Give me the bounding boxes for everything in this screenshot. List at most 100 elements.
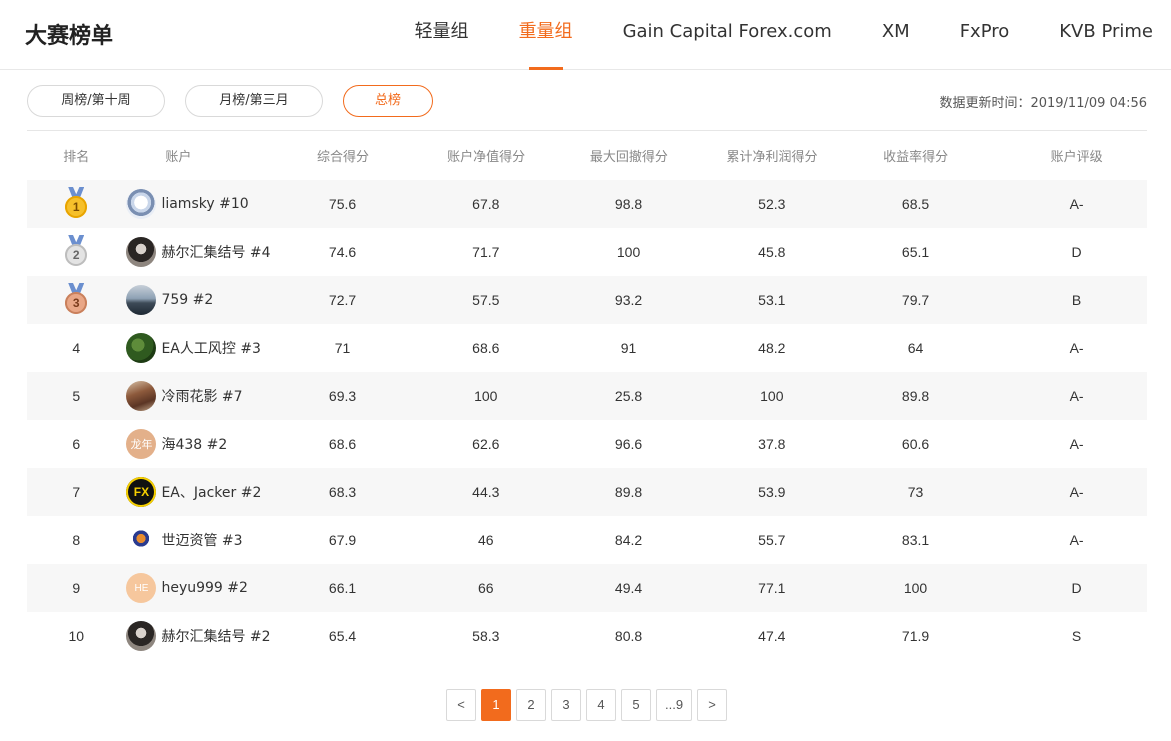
score-cell: 75.6 xyxy=(328,196,357,212)
score-cell: 68.3 xyxy=(328,484,357,500)
rank-cell: 3 xyxy=(27,282,125,318)
account-name[interactable]: 海438 #2 xyxy=(161,434,227,454)
rank-cell: 9 xyxy=(72,580,81,596)
tab-fxpro[interactable]: FxPro xyxy=(960,0,1010,70)
page-button-2[interactable]: 2 xyxy=(516,689,546,721)
score-cell: 68.6 xyxy=(328,436,357,452)
col-nav-header: 账户净值得分 xyxy=(447,149,526,165)
profit-score-cell: 53.9 xyxy=(758,484,786,500)
score-cell: 72.7 xyxy=(328,292,357,308)
account-cell[interactable]: 龙年 海438 #2 xyxy=(125,429,287,459)
rank-cell: 1 xyxy=(27,186,125,222)
rank-cell: 2 xyxy=(27,234,125,270)
profit-score-cell: 47.4 xyxy=(758,628,786,644)
account-name[interactable]: liamsky #10 xyxy=(161,196,248,212)
pagination: < 1 2 3 4 5 ...9 > xyxy=(446,689,732,721)
account-name[interactable]: EA人工风控 #3 xyxy=(161,338,261,358)
account-cell[interactable]: EA人工风控 #3 xyxy=(125,333,287,363)
page-button-1[interactable]: 1 xyxy=(481,689,511,721)
col-account-header: 账户 xyxy=(165,149,192,165)
grade-cell: A- xyxy=(1069,436,1084,452)
return-score-cell: 89.8 xyxy=(901,388,930,404)
return-score-cell: 73 xyxy=(907,484,924,500)
avatar[interactable] xyxy=(126,189,157,219)
next-page-button[interactable]: > xyxy=(697,689,728,721)
account-cell[interactable]: 赫尔汇集结号 #4 xyxy=(125,237,287,267)
return-score-cell: 83.1 xyxy=(901,532,930,548)
grade-cell: S xyxy=(1071,628,1082,644)
avatar[interactable] xyxy=(126,525,157,555)
avatar[interactable] xyxy=(126,333,157,363)
col-score-header: 综合得分 xyxy=(316,149,369,165)
page-button-4[interactable]: 4 xyxy=(586,689,616,721)
table-row: 5 冷雨花影 #7 69.3 100 25.8 100 89.8 A- xyxy=(27,372,1147,420)
tab-kvb-prime[interactable]: KVB Prime xyxy=(1059,0,1153,70)
prev-page-button[interactable]: < xyxy=(446,689,476,721)
profit-score-cell: 53.1 xyxy=(758,292,786,308)
score-cell: 69.3 xyxy=(328,388,357,404)
account-name[interactable]: 759 #2 xyxy=(161,292,213,308)
table-row: 6 龙年 海438 #2 68.6 62.6 96.6 37.8 60.6 A- xyxy=(27,420,1147,468)
account-cell[interactable]: 世迈资管 #3 xyxy=(125,525,287,555)
nav-score-cell: 68.6 xyxy=(472,340,500,356)
rank-cell: 7 xyxy=(72,484,81,500)
table-row: 1 liamsky #10 75.6 67.8 98.8 52.3 68.5 A… xyxy=(27,180,1147,228)
tab-xm[interactable]: XM xyxy=(882,0,910,70)
avatar[interactable]: HE xyxy=(126,573,157,603)
page-button-5[interactable]: 5 xyxy=(621,689,651,721)
account-name[interactable]: 赫尔汇集结号 #4 xyxy=(161,242,270,262)
account-cell[interactable]: liamsky #10 xyxy=(125,189,287,219)
overall-ranking-button[interactable]: 总榜 xyxy=(343,85,433,117)
col-return-header: 收益率得分 xyxy=(883,149,949,165)
avatar[interactable] xyxy=(126,285,157,315)
avatar[interactable]: 龙年 xyxy=(126,429,157,459)
table-row: 3 759 #2 72.7 57.5 93.2 53.1 79.7 B xyxy=(27,276,1147,324)
nav-score-cell: 71.7 xyxy=(472,244,500,260)
score-cell: 71 xyxy=(334,340,351,356)
table-row: 9 HE heyu999 #2 66.1 66 49.4 77.1 100 D xyxy=(27,564,1147,612)
account-cell[interactable]: HE heyu999 #2 xyxy=(125,573,287,603)
rank-cell: 5 xyxy=(72,388,81,404)
account-cell[interactable]: FX EA、Jacker #2 xyxy=(125,477,287,507)
tab-gain-capital[interactable]: Gain Capital Forex.com xyxy=(623,0,832,70)
return-score-cell: 60.6 xyxy=(901,436,930,452)
monthly-ranking-button[interactable]: 月榜/第三月 xyxy=(185,85,323,117)
tab-heavy-group[interactable]: 重量组 xyxy=(519,0,573,70)
table-row: 8 世迈资管 #3 67.9 46 84.2 55.7 83.1 A- xyxy=(27,516,1147,564)
rank-cell: 6 xyxy=(72,436,81,452)
profit-score-cell: 77.1 xyxy=(758,580,786,596)
table-row: 10 赫尔汇集结号 #2 65.4 58.3 80.8 47.4 71.9 S xyxy=(27,612,1147,660)
ranking-table-body: 1 liamsky #10 75.6 67.8 98.8 52.3 68.5 A… xyxy=(27,180,1147,660)
account-cell[interactable]: 赫尔汇集结号 #2 xyxy=(125,621,287,651)
page-button-3[interactable]: 3 xyxy=(551,689,581,721)
score-cell: 66.1 xyxy=(328,580,357,596)
avatar[interactable]: FX xyxy=(126,477,157,507)
avatar[interactable] xyxy=(126,237,157,267)
drawdown-score-cell: 89.8 xyxy=(614,484,643,500)
grade-cell: A- xyxy=(1069,532,1084,548)
avatar[interactable] xyxy=(126,381,157,411)
rank-cell: 8 xyxy=(72,532,81,548)
rank-cell: 4 xyxy=(72,340,81,356)
account-name[interactable]: 世迈资管 #3 xyxy=(161,530,242,550)
score-cell: 65.4 xyxy=(328,628,357,644)
account-name[interactable]: EA、Jacker #2 xyxy=(161,482,261,502)
drawdown-score-cell: 96.6 xyxy=(614,436,643,452)
account-name[interactable]: 赫尔汇集结号 #2 xyxy=(161,626,270,646)
account-name[interactable]: 冷雨花影 #7 xyxy=(161,386,242,406)
table-row: 2 赫尔汇集结号 #4 74.6 71.7 100 45.8 65.1 D xyxy=(27,228,1147,276)
account-name[interactable]: heyu999 #2 xyxy=(161,580,247,596)
tab-light-group[interactable]: 轻量组 xyxy=(415,0,469,70)
nav-score-cell: 100 xyxy=(474,388,498,404)
avatar[interactable] xyxy=(126,621,157,651)
drawdown-score-cell: 91 xyxy=(620,340,637,356)
nav-score-cell: 67.8 xyxy=(472,196,500,212)
page-button-last[interactable]: ...9 xyxy=(656,689,693,721)
drawdown-score-cell: 80.8 xyxy=(614,628,643,644)
account-cell[interactable]: 759 #2 xyxy=(125,285,287,315)
table-row: 7 FX EA、Jacker #2 68.3 44.3 89.8 53.9 73… xyxy=(27,468,1147,516)
nav-score-cell: 46 xyxy=(478,532,494,548)
weekly-ranking-button[interactable]: 周榜/第十周 xyxy=(27,85,165,117)
page-title: 大赛榜单 xyxy=(25,24,114,49)
account-cell[interactable]: 冷雨花影 #7 xyxy=(125,381,287,411)
